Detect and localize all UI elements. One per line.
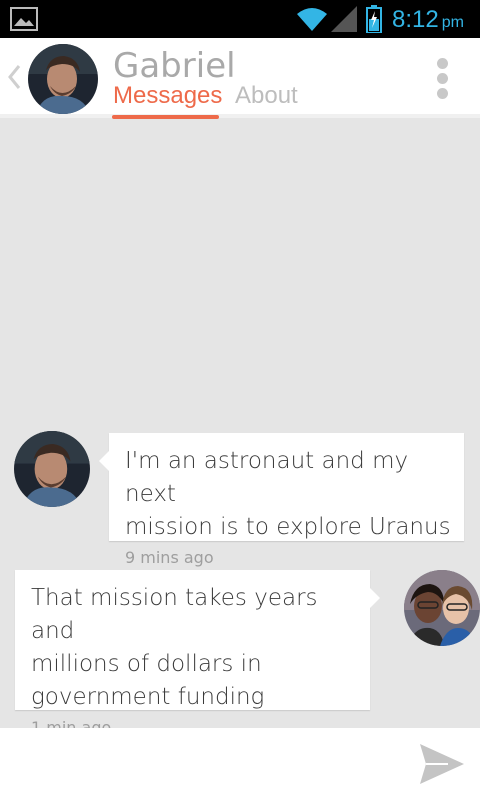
- sender-avatar-photo: [14, 431, 90, 507]
- bubble-tail: [370, 588, 380, 608]
- message-line: I'm an astronaut and my next: [125, 448, 409, 507]
- conversation-header: Gabriel Messages About: [0, 38, 480, 119]
- contact-name: Gabriel: [113, 46, 236, 86]
- send-icon[interactable]: [418, 742, 466, 786]
- contact-avatar-photo: [28, 44, 98, 114]
- message-text: I'm an astronaut and my next mission is …: [125, 445, 452, 544]
- back-chevron-icon[interactable]: [6, 63, 22, 91]
- signal-icon: [331, 6, 357, 32]
- message-composer: [0, 728, 480, 800]
- battery-charging-icon: [366, 5, 382, 33]
- incoming-message-bubble[interactable]: I'm an astronaut and my next mission is …: [99, 433, 464, 567]
- message-line: That mission takes years and: [31, 585, 318, 644]
- status-time-ampm: pm: [441, 14, 464, 31]
- own-avatar-photo: [404, 570, 480, 646]
- wifi-icon: [297, 8, 327, 31]
- status-time: 8:12 pm: [392, 6, 464, 34]
- contact-avatar[interactable]: [28, 44, 98, 114]
- message-timestamp: 9 mins ago: [125, 548, 214, 567]
- tab-about[interactable]: About: [235, 82, 298, 110]
- message-line: government funding: [31, 684, 265, 710]
- message-line: mission is to explore Uranus: [125, 514, 451, 540]
- status-bar: 8:12 pm: [0, 0, 480, 38]
- message-input[interactable]: [14, 740, 394, 788]
- message-list[interactable]: I'm an astronaut and my next mission is …: [0, 118, 480, 737]
- message-line: millions of dollars in: [31, 651, 262, 677]
- own-avatar[interactable]: [404, 570, 480, 646]
- bubble-tail: [99, 451, 109, 471]
- message-text: That mission takes years and millions of…: [31, 582, 358, 714]
- gallery-icon: [10, 7, 38, 31]
- outgoing-message-bubble[interactable]: That mission takes years and millions of…: [15, 570, 380, 737]
- status-time-value: 8:12: [392, 6, 439, 33]
- overflow-menu-icon[interactable]: [432, 58, 452, 100]
- sender-avatar[interactable]: [14, 431, 90, 507]
- tab-messages[interactable]: Messages: [113, 82, 222, 110]
